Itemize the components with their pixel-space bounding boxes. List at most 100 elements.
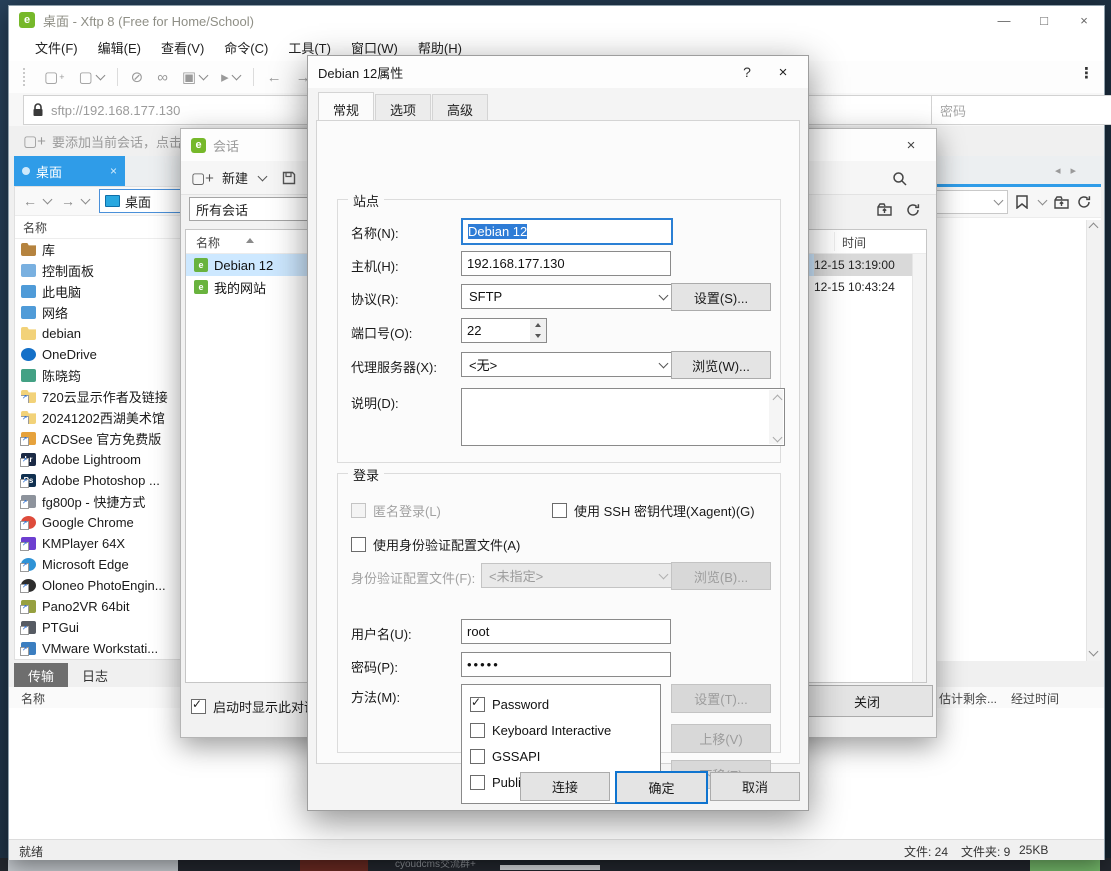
method-row[interactable]: Password: [470, 691, 660, 717]
tree-item-label: PTGui: [42, 620, 79, 635]
time-column-header[interactable]: 时间: [842, 234, 866, 251]
session-properties-icon[interactable]: ▣: [175, 68, 214, 86]
tab-status-dot: [22, 167, 30, 175]
search-icon[interactable]: [892, 171, 908, 187]
control-panel-icon: [21, 264, 36, 277]
ok-button[interactable]: 确定: [615, 771, 708, 804]
proxy-select[interactable]: <无>: [461, 352, 675, 377]
reconnect-icon[interactable]: ∞: [150, 69, 175, 86]
open-folder-icon[interactable]: ▢: [71, 68, 110, 86]
protocol-settings-button[interactable]: 设置(S)...: [671, 283, 771, 311]
scroll-up-icon[interactable]: [1089, 223, 1099, 233]
tab-log[interactable]: 日志: [68, 663, 122, 687]
tab-transfer[interactable]: 传输: [14, 663, 68, 687]
bookmark-icon[interactable]: [1016, 195, 1028, 209]
proxy-browse-button[interactable]: 浏览(W)...: [671, 351, 771, 379]
shortcut-overlay-icon: ↗: [20, 584, 29, 593]
sort-asc-icon: [246, 238, 254, 243]
method-checkbox[interactable]: [470, 775, 485, 790]
method-row[interactable]: GSSAPI: [470, 743, 660, 769]
shortcut-overlay-icon: ↗: [20, 500, 29, 509]
refresh-icon[interactable]: [906, 203, 920, 217]
status-bar: 就绪 文件: 24 文件夹: 9 25KB: [9, 839, 1104, 860]
up-folder-icon[interactable]: [1054, 196, 1069, 209]
properties-dialog-title: Debian 12属性: [318, 63, 403, 82]
cancel-button[interactable]: 取消: [710, 772, 800, 801]
login-group-label: 登录: [348, 465, 384, 484]
protocol-select[interactable]: SFTP: [461, 284, 675, 309]
execute-icon[interactable]: ▸: [214, 68, 247, 86]
close-button[interactable]: ×: [1064, 6, 1104, 34]
method-checkbox[interactable]: [470, 723, 485, 738]
ssh-agent-checkbox-row[interactable]: 使用 SSH 密钥代理(Xagent)(G): [552, 501, 755, 520]
spin-down-icon[interactable]: [535, 334, 541, 338]
shortcut-overlay-icon: ↗: [20, 605, 29, 614]
port-spinner[interactable]: [530, 318, 547, 343]
menu-编辑(E)[interactable]: 编辑(E): [88, 34, 151, 61]
toolbar-overflow-icon[interactable]: ⋮: [1079, 64, 1094, 82]
tab-desktop[interactable]: 桌面 ×: [14, 156, 125, 186]
name-column-header[interactable]: 名称: [196, 234, 220, 251]
menu-查看(V)[interactable]: 查看(V): [151, 34, 214, 61]
ssh-agent-checkbox[interactable]: [552, 503, 567, 518]
new-session-icon[interactable]: ▢+: [37, 68, 71, 86]
properties-dialog-close-icon[interactable]: ×: [768, 64, 798, 81]
scroll-down-icon[interactable]: [773, 433, 783, 443]
disconnect-icon[interactable]: ⊘: [124, 68, 151, 86]
username-label: 用户名(U):: [351, 624, 412, 643]
help-icon[interactable]: ?: [733, 64, 761, 80]
connect-button[interactable]: 连接: [520, 772, 610, 801]
session-name: 我的网站: [214, 278, 266, 297]
up-folder-icon[interactable]: [877, 203, 892, 216]
method-checkbox[interactable]: [470, 697, 485, 712]
password-field[interactable]: 密码: [931, 95, 1111, 125]
toolbar-separator: [253, 68, 254, 86]
remote-scrollbar[interactable]: [1086, 220, 1101, 661]
scroll-up-icon[interactable]: [773, 395, 783, 405]
bookmark-chevron-icon[interactable]: [1038, 196, 1048, 206]
site-group-label: 站点: [348, 191, 384, 210]
spin-up-icon[interactable]: [535, 323, 541, 327]
site-name-input[interactable]: Debian 12: [461, 218, 673, 245]
session-list-scrollbar[interactable]: [912, 254, 926, 682]
auth-profile-select: <未指定>: [481, 563, 675, 588]
tab-label: 桌面: [36, 162, 62, 181]
description-textarea[interactable]: [461, 388, 785, 446]
textarea-scrollbar[interactable]: [769, 390, 783, 444]
close-session-dialog-button[interactable]: 关闭: [801, 685, 933, 717]
password-input[interactable]: •••••: [461, 652, 671, 677]
forward-icon[interactable]: →: [59, 193, 77, 209]
new-session-icon[interactable]: ▢+: [191, 169, 214, 187]
back-history-chevron[interactable]: [43, 195, 53, 205]
startup-checkbox[interactable]: [191, 699, 206, 714]
name-column-header[interactable]: 名称: [23, 219, 47, 236]
menu-命令(C)[interactable]: 命令(C): [214, 34, 278, 61]
host-input[interactable]: 192.168.177.130: [461, 251, 671, 276]
transfer-name-header[interactable]: 名称: [21, 690, 45, 707]
save-icon[interactable]: [282, 171, 296, 185]
back-icon[interactable]: ←: [21, 193, 39, 209]
transfer-left-icon[interactable]: ←: [260, 69, 289, 86]
scroll-down-icon[interactable]: [1089, 647, 1099, 657]
maximize-button[interactable]: □: [1024, 6, 1064, 34]
tab-close-icon[interactable]: ×: [110, 164, 117, 178]
auth-profile-checkbox[interactable]: [351, 537, 366, 552]
new-session-chevron-icon[interactable]: [258, 171, 268, 181]
auth-profile-checkbox-row[interactable]: 使用身份验证配置文件(A): [351, 535, 520, 554]
forward-history-chevron[interactable]: [81, 195, 91, 205]
transfer-remaining-header[interactable]: 估计剩余...: [939, 690, 997, 707]
new-session-button[interactable]: 新建: [222, 168, 248, 187]
refresh-icon[interactable]: [1077, 195, 1091, 209]
method-checkbox[interactable]: [470, 749, 485, 764]
method-row[interactable]: Keyboard Interactive: [470, 717, 660, 743]
status-folder-count: 文件夹: 9: [961, 843, 1010, 860]
remote-path-combo[interactable]: [935, 190, 1008, 214]
menu-文件(F)[interactable]: 文件(F): [25, 34, 88, 61]
session-dialog-close-icon[interactable]: ×: [896, 137, 926, 154]
window-title: 桌面 - Xftp 8 (Free for Home/School): [43, 11, 254, 30]
tab-scroll-arrows[interactable]: ◂▸: [1055, 164, 1086, 177]
minimize-button[interactable]: —: [984, 6, 1024, 34]
transfer-elapsed-header[interactable]: 经过时间: [1011, 690, 1059, 707]
port-input[interactable]: 22: [461, 318, 535, 343]
username-input[interactable]: root: [461, 619, 671, 644]
